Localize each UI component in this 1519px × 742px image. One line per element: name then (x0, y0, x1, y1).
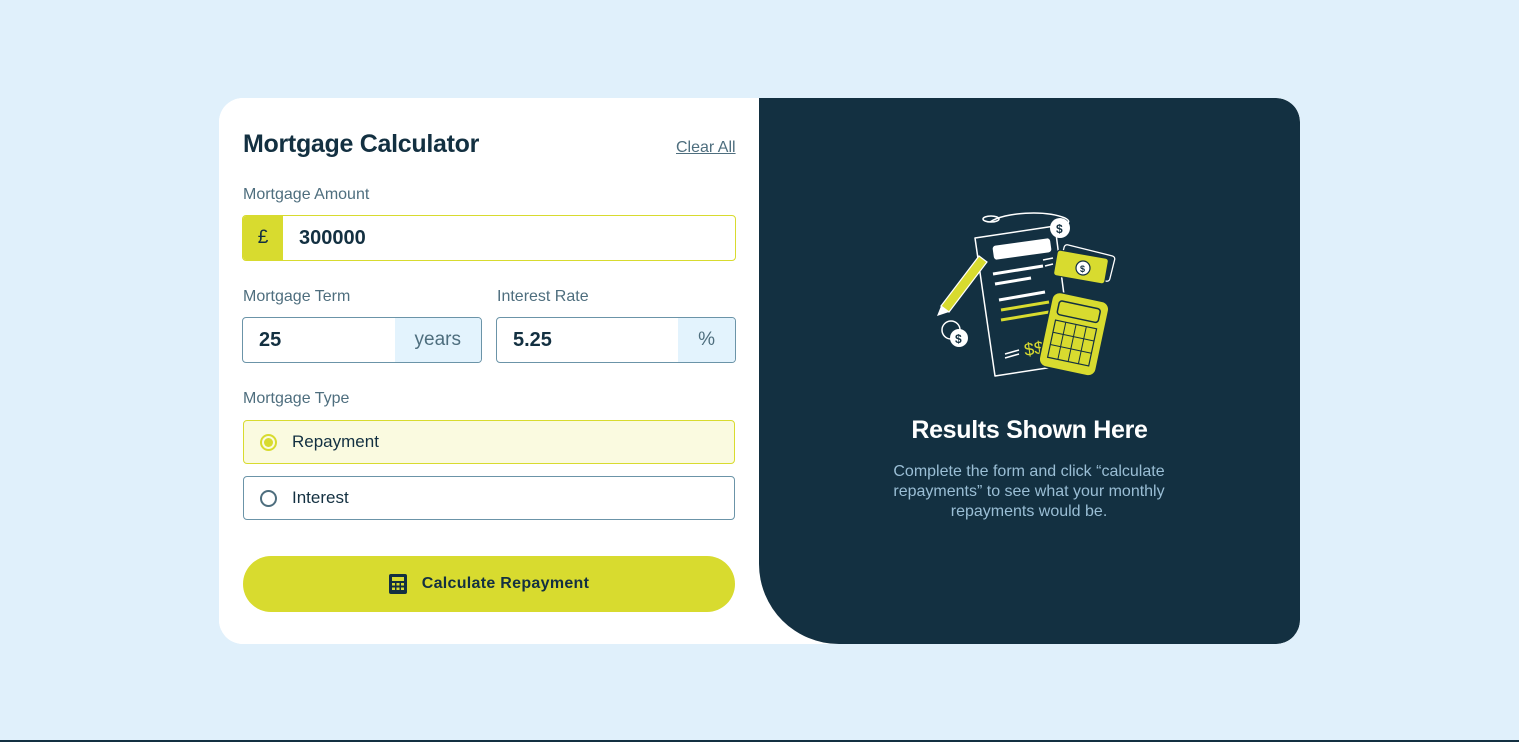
radio-option-interest[interactable]: Interest (243, 476, 735, 520)
svg-text:$: $ (1056, 222, 1063, 236)
mortgage-type-label: Mortgage Type (243, 390, 350, 407)
interest-rate-input[interactable] (497, 318, 679, 362)
svg-text:$: $ (955, 332, 962, 346)
mortgage-term-label: Mortgage Term (243, 288, 351, 305)
mortgage-amount-label: Mortgage Amount (243, 186, 370, 203)
calculate-repayment-button[interactable]: Calculate Repayment (243, 556, 735, 612)
radio-label-interest: Interest (292, 488, 349, 507)
empty-results-illustration: $$$ $ $ $ (937, 212, 1116, 377)
calculator-card: Mortgage Calculator Clear All Mortgage A… (219, 98, 1300, 644)
mortgage-amount-input[interactable] (283, 216, 735, 260)
results-title: Results Shown Here (911, 416, 1148, 444)
interest-rate-field: % (496, 317, 736, 363)
radio-checked-icon (260, 433, 277, 451)
results-description: Complete the form and click “calculate r… (893, 463, 1165, 520)
mortgage-term-field: years (242, 317, 482, 363)
term-suffix: years (394, 318, 481, 362)
svg-text:$: $ (1080, 264, 1085, 274)
calculator-icon (388, 574, 407, 594)
mortgage-amount-field: £ (242, 215, 736, 261)
interest-rate-label: Interest Rate (497, 288, 589, 305)
rate-suffix: % (678, 318, 735, 362)
mortgage-term-input[interactable] (243, 318, 395, 362)
radio-option-repayment[interactable]: Repayment (243, 420, 735, 464)
form-panel: Mortgage Calculator Clear All Mortgage A… (219, 98, 759, 644)
radio-unchecked-icon (260, 489, 277, 507)
results-panel: $$$ $ $ $ Results Shown Here Complete th… (759, 98, 1300, 644)
page-title: Mortgage Calculator (243, 130, 479, 158)
currency-prefix: £ (243, 216, 283, 260)
clear-all-button[interactable]: Clear All (676, 139, 736, 157)
radio-label-repayment: Repayment (292, 432, 379, 451)
calculate-button-label: Calculate Repayment (421, 575, 590, 592)
